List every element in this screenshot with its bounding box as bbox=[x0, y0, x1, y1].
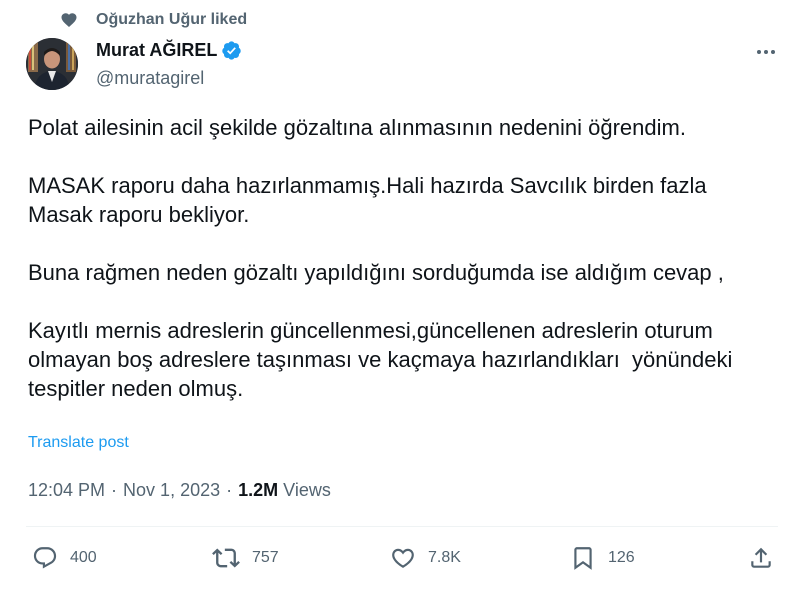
verified-badge-icon[interactable] bbox=[221, 40, 242, 61]
reply-button[interactable]: 400 bbox=[32, 541, 97, 575]
divider bbox=[26, 526, 778, 527]
tweet-paragraph: Buna rağmen neden gözaltı yapıldığını so… bbox=[28, 260, 724, 285]
reply-count: 400 bbox=[70, 549, 97, 566]
author-name-text[interactable]: Murat AĞIREL bbox=[96, 40, 217, 61]
translate-post-link[interactable]: Translate post bbox=[28, 434, 129, 452]
tweet-paragraph: Polat ailesinin acil şekilde gözaltına a… bbox=[28, 115, 686, 140]
share-icon bbox=[748, 545, 774, 571]
tweet-paragraph: Kayıtlı mernis adreslerin güncellenmesi,… bbox=[28, 318, 733, 401]
author-name[interactable]: Murat AĞIREL bbox=[96, 40, 242, 61]
avatar[interactable] bbox=[26, 38, 78, 90]
post-date[interactable]: Nov 1, 2023 bbox=[123, 480, 220, 501]
reply-icon bbox=[32, 545, 58, 571]
social-context-text[interactable]: Oğuzhan Uğur liked bbox=[96, 11, 247, 29]
repost-button[interactable]: 757 bbox=[212, 541, 279, 575]
like-button[interactable]: 7.8K bbox=[390, 541, 461, 575]
tweet-card: Oğuzhan Uğur liked Murat AĞIREL @muratag… bbox=[0, 0, 804, 596]
more-options-icon[interactable] bbox=[752, 42, 780, 62]
tweet-meta: 12:04 PM · Nov 1, 2023 · 1.2M Views bbox=[28, 480, 331, 501]
views-label: Views bbox=[283, 480, 331, 500]
meta-separator: · bbox=[226, 480, 233, 500]
bookmark-icon bbox=[570, 545, 596, 571]
share-button[interactable] bbox=[748, 541, 774, 575]
action-bar: 400 757 7.8K 126 bbox=[26, 541, 778, 575]
bookmark-count: 126 bbox=[608, 549, 635, 566]
like-count: 7.8K bbox=[428, 549, 461, 566]
tweet-paragraph: MASAK raporu daha hazırlanmamış.Hali haz… bbox=[28, 173, 707, 227]
repost-icon bbox=[212, 544, 240, 572]
views-count: 1.2M bbox=[238, 480, 279, 500]
author-handle[interactable]: @muratagirel bbox=[96, 68, 204, 89]
repost-count: 757 bbox=[252, 549, 279, 566]
meta-separator: · bbox=[111, 480, 118, 500]
bookmark-button[interactable]: 126 bbox=[570, 541, 635, 575]
social-context: Oğuzhan Uğur liked bbox=[58, 9, 247, 31]
heart-icon bbox=[58, 9, 80, 31]
like-icon bbox=[390, 545, 416, 571]
tweet-text: Polat ailesinin acil şekilde gözaltına a… bbox=[28, 113, 778, 403]
post-time[interactable]: 12:04 PM bbox=[28, 480, 105, 501]
